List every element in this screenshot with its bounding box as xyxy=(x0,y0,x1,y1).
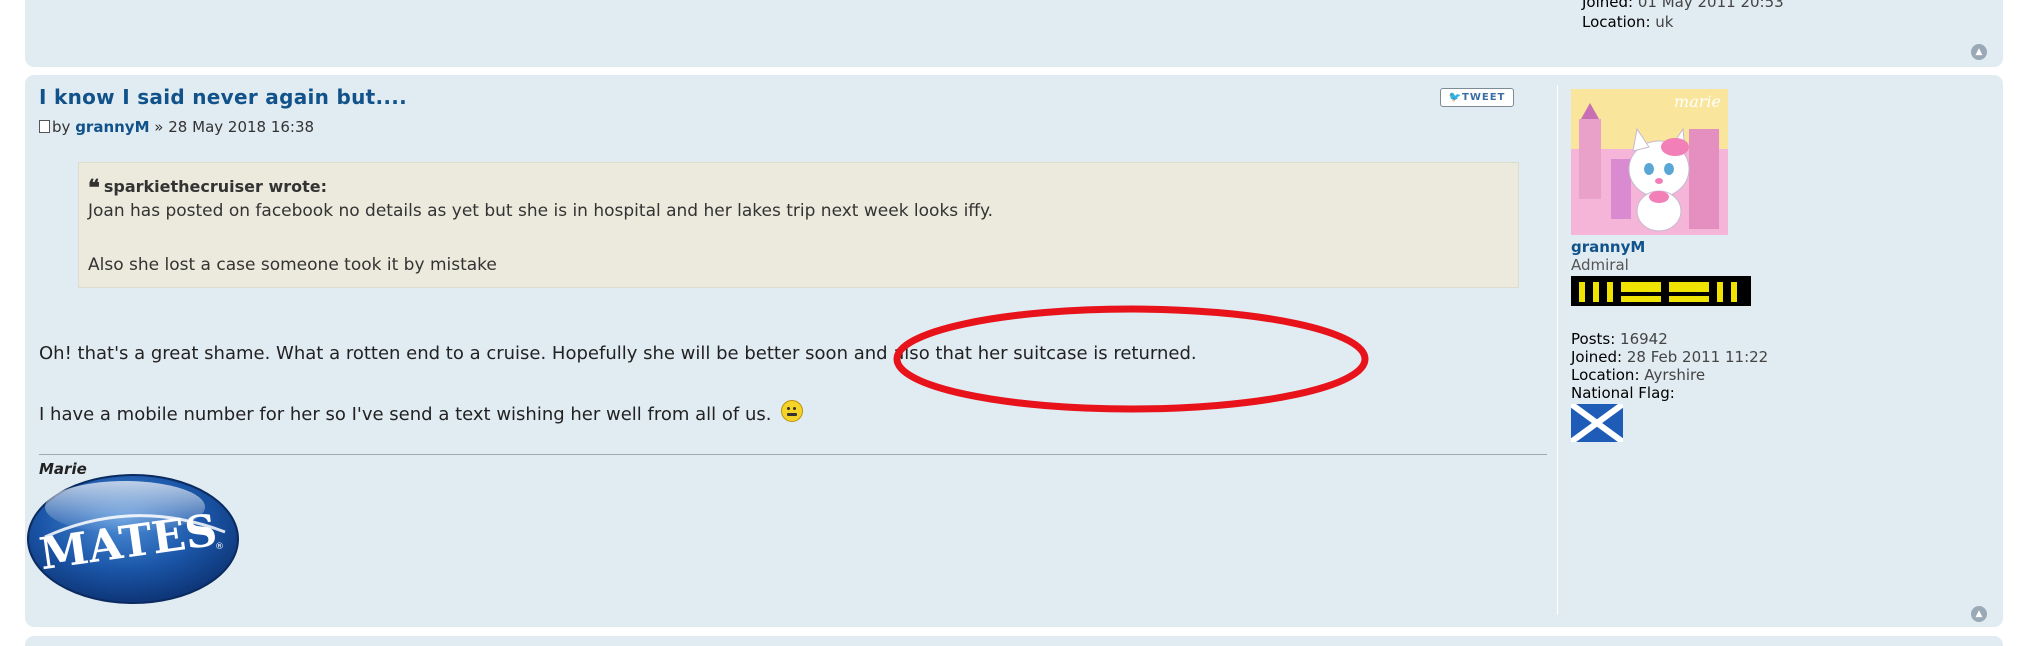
avatar[interactable]: marie xyxy=(1571,89,1728,235)
mates-logo: MATES ® xyxy=(27,474,239,604)
meta-separator: » xyxy=(154,118,164,136)
posts-label: Posts: xyxy=(1571,330,1616,348)
rank-insignia xyxy=(1571,276,1751,306)
user-profile: marie grannyM Admiral Posts: 16942 Joine… xyxy=(1571,89,1991,442)
prev-location-value: uk xyxy=(1655,13,1674,31)
prev-joined-value: 01 May 2011 20:53 xyxy=(1637,0,1784,11)
bird-icon: 🐦 xyxy=(1448,92,1463,103)
joined-label: Joined: xyxy=(1571,348,1623,366)
post-paragraph-2-text: I have a mobile number for her so I've s… xyxy=(39,404,772,425)
signature-divider xyxy=(39,454,1547,455)
profile-stats: Posts: 16942 Joined: 28 Feb 2011 11:22 L… xyxy=(1571,330,1991,402)
joined-value: 28 Feb 2011 11:22 xyxy=(1626,348,1769,366)
back-to-top-icon[interactable]: ▲ xyxy=(1971,606,1987,622)
post: I know I said never again but.... by gra… xyxy=(25,75,2003,627)
post-author-link[interactable]: grannyM xyxy=(75,118,149,136)
profile-rank: Admiral xyxy=(1571,256,1629,274)
highlight-ellipse xyxy=(893,305,1369,413)
quote-mark-icon: ❝ xyxy=(88,175,100,201)
scotland-flag-icon xyxy=(1571,404,1623,442)
by-label: by xyxy=(52,118,71,136)
previous-post-profile: Joined: 01 May 2011 20:53 Location: uk xyxy=(1582,0,1982,32)
location-label: Location: xyxy=(1571,366,1640,384)
prev-joined-label: Joined: xyxy=(1582,0,1634,11)
post-paragraph-2: I have a mobile number for her so I've s… xyxy=(39,400,804,425)
post-title[interactable]: I know I said never again but.... xyxy=(39,85,407,109)
location-value: Ayrshire xyxy=(1644,366,1706,384)
profile-divider xyxy=(1557,85,1558,615)
post-meta: by grannyM » 28 May 2018 16:38 xyxy=(39,118,314,136)
smiley-icon xyxy=(781,400,804,422)
tweet-button[interactable]: 🐦TWEET xyxy=(1440,88,1514,107)
quote-block: ❝ sparkiethecruiser wrote: Joan has poste… xyxy=(78,162,1519,288)
tweet-label: TWEET xyxy=(1462,92,1506,103)
post-date: 28 May 2018 16:38 xyxy=(168,118,315,136)
quote-line-1: Joan has posted on facebook no details a… xyxy=(88,201,994,221)
previous-post: Joined: 01 May 2011 20:53 Location: uk ▲ xyxy=(25,0,2003,67)
quote-citation: ❝ sparkiethecruiser wrote: xyxy=(88,175,327,201)
post-icon[interactable] xyxy=(39,120,50,133)
posts-value[interactable]: 16942 xyxy=(1620,330,1668,348)
svg-text:®: ® xyxy=(215,542,224,552)
back-to-top-icon[interactable]: ▲ xyxy=(1971,44,1987,60)
quote-author: sparkiethecruiser xyxy=(103,177,263,196)
next-post-edge xyxy=(25,636,2003,646)
profile-username[interactable]: grannyM xyxy=(1571,238,1991,256)
prev-location-label: Location: xyxy=(1582,13,1651,31)
avatar-caption: marie xyxy=(1674,92,1721,111)
quote-line-2: Also she lost a case someone took it by … xyxy=(88,255,497,275)
flag-label: National Flag: xyxy=(1571,384,1675,402)
quote-wrote-label: wrote: xyxy=(268,177,328,196)
